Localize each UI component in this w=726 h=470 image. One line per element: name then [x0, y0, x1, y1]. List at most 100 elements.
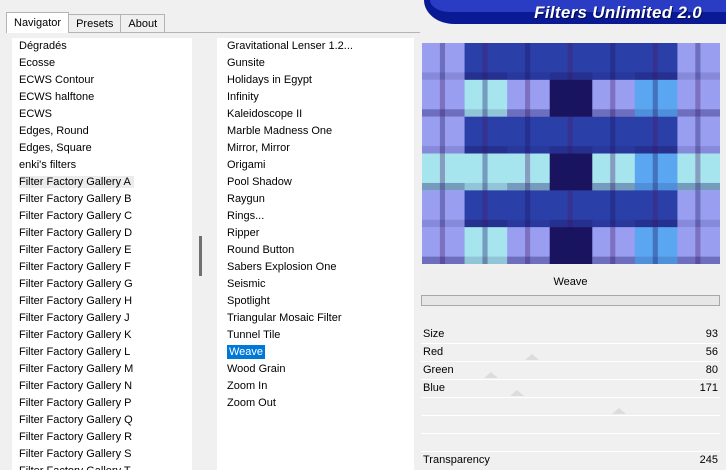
- category-item[interactable]: Filter Factory Gallery Q: [12, 412, 192, 429]
- category-item[interactable]: enki's filters: [12, 157, 192, 174]
- category-item[interactable]: Filter Factory Gallery R: [12, 429, 192, 446]
- filter-item[interactable]: Wood Grain: [217, 361, 414, 378]
- category-item-label: Filter Factory Gallery S: [19, 448, 132, 460]
- filter-item[interactable]: Pool Shadow: [217, 174, 414, 191]
- category-item[interactable]: ECWS Contour: [12, 72, 192, 89]
- slider-label: Size: [423, 328, 445, 340]
- category-item-label: ECWS: [19, 108, 52, 120]
- weave-cell: [464, 219, 508, 228]
- category-list[interactable]: Dégradés Ecosse ECWS Contour ECWS halftone E…: [12, 38, 192, 470]
- category-item-label: Edges, Round: [19, 125, 89, 137]
- weave-cell: [507, 72, 551, 80]
- filter-item[interactable]: Ripper: [217, 225, 414, 242]
- filter-item[interactable]: Weave: [217, 344, 414, 361]
- category-item-label: Filter Factory Gallery B: [19, 193, 132, 205]
- category-item[interactable]: Filter Factory Gallery N: [12, 378, 192, 395]
- filter-item[interactable]: Round Button: [217, 242, 414, 259]
- filter-item[interactable]: Holidays in Egypt: [217, 72, 414, 89]
- filter-item[interactable]: Infinity: [217, 89, 414, 106]
- weave-cell: [634, 256, 678, 264]
- category-item-label: Filter Factory Gallery N: [19, 380, 133, 392]
- weave-cell: [422, 109, 466, 117]
- filter-item[interactable]: Gravitational Lenser 1.2...: [217, 38, 414, 55]
- filter-item-label: Zoom Out: [227, 397, 276, 409]
- filter-item-label: Ripper: [227, 227, 260, 239]
- category-item[interactable]: Filter Factory Gallery C: [12, 208, 192, 225]
- category-item[interactable]: Edges, Square: [12, 140, 192, 157]
- category-item[interactable]: Filter Factory Gallery B: [12, 191, 192, 208]
- filter-preview: [422, 43, 720, 264]
- filter-item-label: Infinity: [227, 91, 259, 103]
- weave-cell: [507, 182, 551, 191]
- category-item-label: ECWS halftone: [19, 91, 95, 103]
- tab-presets[interactable]: Presets: [68, 14, 122, 33]
- category-item-label: Filter Factory Gallery T: [19, 465, 131, 470]
- filter-item-label: Rings...: [227, 210, 265, 222]
- category-item-label: Dégradés: [19, 40, 67, 52]
- weave-cell: [592, 72, 636, 80]
- filter-item[interactable]: Seismic: [217, 276, 414, 293]
- slider-size[interactable]: Size 93: [421, 326, 720, 360]
- filter-item[interactable]: Zoom In: [217, 378, 414, 395]
- filter-item[interactable]: Gunsite: [217, 55, 414, 72]
- category-item[interactable]: Filter Factory Gallery A: [12, 174, 192, 191]
- filter-item-label: Seismic: [227, 278, 266, 290]
- filter-item[interactable]: Spotlight: [217, 293, 414, 310]
- weave-cell: [507, 146, 551, 154]
- filter-item[interactable]: Origami: [217, 157, 414, 174]
- filter-item-label: Gravitational Lenser 1.2...: [227, 40, 353, 52]
- category-item[interactable]: Filter Factory Gallery M: [12, 361, 192, 378]
- filter-item[interactable]: Marble Madness One: [217, 123, 414, 140]
- weave-cell: [549, 146, 593, 154]
- category-item[interactable]: ECWS: [12, 106, 192, 123]
- slider-blue[interactable]: Blue 171: [421, 380, 720, 414]
- filter-item[interactable]: Zoom Out: [217, 395, 414, 412]
- category-item-label: Filter Factory Gallery L: [19, 346, 131, 358]
- slider-red[interactable]: Red 56: [421, 344, 720, 378]
- filter-item[interactable]: Tunnel Tile: [217, 327, 414, 344]
- category-item-label: Filter Factory Gallery D: [19, 227, 133, 239]
- category-item[interactable]: Filter Factory Gallery J: [12, 310, 192, 327]
- category-item[interactable]: Filter Factory Gallery D: [12, 225, 192, 242]
- category-item[interactable]: Filter Factory Gallery S: [12, 446, 192, 463]
- category-item[interactable]: ECWS halftone: [12, 89, 192, 106]
- category-item[interactable]: Filter Factory Gallery P: [12, 395, 192, 412]
- weave-cell: [507, 109, 551, 117]
- category-item[interactable]: Filter Factory Gallery L: [12, 344, 192, 361]
- slider-value: 56: [705, 346, 718, 358]
- filter-item[interactable]: Mirror, Mirror: [217, 140, 414, 157]
- slider-transparency[interactable]: Transparency 245: [421, 452, 720, 470]
- weave-cell: [549, 182, 593, 191]
- filter-item-label: Zoom In: [227, 380, 268, 392]
- category-item[interactable]: Filter Factory Gallery T: [12, 463, 192, 470]
- filter-item[interactable]: Raygun: [217, 191, 414, 208]
- current-filter-name: Weave: [421, 270, 720, 295]
- category-item[interactable]: Filter Factory Gallery G: [12, 276, 192, 293]
- category-scrollbar[interactable]: [193, 38, 215, 470]
- weave-cell: [549, 72, 593, 80]
- category-item-label: Filter Factory Gallery K: [19, 329, 132, 341]
- category-item[interactable]: Filter Factory Gallery F: [12, 259, 192, 276]
- category-item[interactable]: Edges, Round: [12, 123, 192, 140]
- filter-item[interactable]: Kaleidoscope II: [217, 106, 414, 123]
- category-item[interactable]: Filter Factory Gallery H: [12, 293, 192, 310]
- weave-cell: [507, 256, 551, 264]
- weave-cell: [464, 182, 508, 191]
- tab-navigator[interactable]: Navigator: [6, 12, 70, 33]
- weave-cell: [507, 219, 551, 228]
- filter-item[interactable]: Triangular Mosaic Filter: [217, 310, 414, 327]
- weave-cell: [422, 182, 466, 191]
- category-scroll-thumb[interactable]: [199, 236, 202, 276]
- category-item[interactable]: Filter Factory Gallery E: [12, 242, 192, 259]
- category-item[interactable]: Dégradés: [12, 38, 192, 55]
- filter-item[interactable]: Sabers Explosion One: [217, 259, 414, 276]
- weave-preview-image: [422, 43, 720, 264]
- weave-cell: [549, 219, 593, 228]
- filter-list[interactable]: Gravitational Lenser 1.2... Gunsite Holida…: [217, 38, 414, 470]
- category-item[interactable]: Filter Factory Gallery K: [12, 327, 192, 344]
- tab-about[interactable]: About: [120, 14, 166, 33]
- category-item[interactable]: Ecosse: [12, 55, 192, 72]
- filter-item-label: Weave: [227, 345, 266, 359]
- slider-green[interactable]: Green 80: [421, 362, 720, 396]
- filter-item[interactable]: Rings...: [217, 208, 414, 225]
